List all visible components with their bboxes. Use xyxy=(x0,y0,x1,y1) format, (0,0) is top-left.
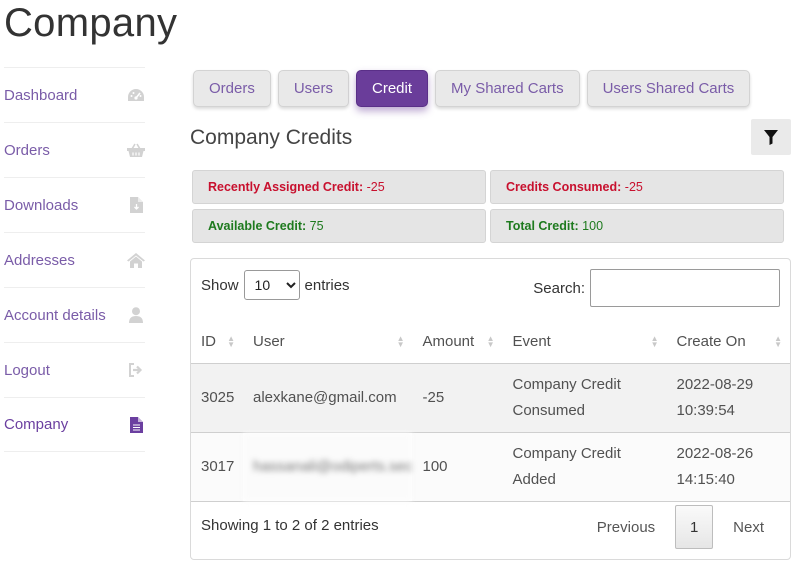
file-download-icon xyxy=(127,196,145,214)
home-icon xyxy=(127,251,145,269)
column-header-create-on[interactable]: Create On ▲ ▼ xyxy=(666,321,790,364)
page-length-control: Show 10 entries xyxy=(201,270,350,300)
tab-users[interactable]: Users xyxy=(277,70,350,107)
sidebar-item-logout[interactable]: Logout xyxy=(4,342,145,397)
cell-create-on: 2022-08-29 10:39:54 xyxy=(666,363,790,432)
page-length-select[interactable]: 10 xyxy=(243,270,300,300)
gauge-icon xyxy=(127,86,145,104)
basket-icon xyxy=(127,141,145,159)
sidebar-item-label: Company xyxy=(4,416,69,433)
credits-table: ID ▲ ▼ User ▲ ▼ Amount ▲ ▼ Event ▲ ▼ Create On ▲ ▼… xyxy=(191,321,790,502)
filter-button[interactable] xyxy=(751,119,791,155)
cell-event: Company Credit Added xyxy=(502,432,667,501)
filter-icon xyxy=(764,129,778,145)
sidebar-item-label: Orders xyxy=(4,141,50,159)
cell-id: 3017 xyxy=(191,432,243,501)
cell-id: 3025 xyxy=(191,363,243,432)
stat-label: Available Credit: xyxy=(208,219,307,233)
column-header-user[interactable]: User ▲ ▼ xyxy=(243,321,413,364)
stat-value: 100 xyxy=(582,219,604,233)
total-credit-stat: Total Credit: 100 xyxy=(490,209,784,243)
stat-value: 75 xyxy=(309,219,324,233)
available-credit-stat: Available Credit: 75 xyxy=(192,209,486,243)
page-title: Company xyxy=(4,1,178,45)
recently-assigned-credit-stat: Recently Assigned Credit: -25 xyxy=(192,170,486,204)
sidebar-item-account-details[interactable]: Account details xyxy=(4,287,145,342)
table-row: 3025 alexkane@gmail.com -25 Company Cred… xyxy=(191,363,790,432)
sort-icon: ▲ ▼ xyxy=(227,333,235,349)
cell-amount: 100 xyxy=(412,432,503,501)
stat-value: -25 xyxy=(366,180,385,194)
table-search: Search: xyxy=(533,269,780,307)
entries-label: entries xyxy=(304,276,350,294)
sidebar-item-dashboard[interactable]: Dashboard xyxy=(4,67,145,122)
sort-icon: ▲ ▼ xyxy=(486,333,495,349)
search-label: Search: xyxy=(533,279,585,297)
stat-value: -25 xyxy=(624,180,643,194)
column-header-event[interactable]: Event ▲ ▼ xyxy=(502,321,667,364)
credits-consumed-stat: Credits Consumed: -25 xyxy=(490,170,784,204)
cell-user: hassanali@odiperts.sec xyxy=(243,432,413,501)
sort-icon: ▲ ▼ xyxy=(774,333,782,349)
sidebar-item-label: Dashboard xyxy=(4,86,78,104)
tab-credit[interactable]: Credit xyxy=(356,70,429,107)
tab-my-shared-carts[interactable]: My Shared Carts xyxy=(435,70,580,107)
stat-label: Total Credit: xyxy=(506,219,579,233)
cell-event: Company Credit Consumed xyxy=(502,363,667,432)
sidebar-item-label: Logout xyxy=(4,361,50,379)
sidebar-item-label: Account details xyxy=(4,306,106,324)
document-icon xyxy=(127,416,145,434)
next-page-button[interactable]: Next xyxy=(721,505,776,549)
stat-label: Recently Assigned Credit: xyxy=(208,180,364,194)
search-input[interactable] xyxy=(590,269,780,307)
sign-out-icon xyxy=(127,361,145,379)
cell-create-on: 2022-08-26 14:15:40 xyxy=(666,432,790,501)
column-header-amount[interactable]: Amount ▲ ▼ xyxy=(412,321,503,364)
section-title: Company Credits xyxy=(190,126,353,149)
column-header-id[interactable]: ID ▲ ▼ xyxy=(191,321,243,364)
sidebar-item-label: Downloads xyxy=(4,196,79,214)
tab-orders[interactable]: Orders xyxy=(193,70,271,107)
stat-label: Credits Consumed: xyxy=(506,180,622,194)
table-info: Showing 1 to 2 of 2 entries xyxy=(201,517,379,534)
sidebar-item-orders[interactable]: Orders xyxy=(4,122,145,177)
user-icon xyxy=(127,306,145,324)
sort-icon: ▲ ▼ xyxy=(650,333,659,349)
sidebar-item-downloads[interactable]: Downloads xyxy=(4,177,145,232)
account-sidebar: Dashboard Orders Downloads Addresses Acc… xyxy=(4,67,145,452)
previous-page-button[interactable]: Previous xyxy=(585,505,667,549)
company-tabs: Orders Users Credit My Shared Carts User… xyxy=(193,70,751,107)
credits-table-panel: Show 10 entries Search: ID ▲ ▼ User ▲ ▼ Amou… xyxy=(190,258,791,560)
cell-amount: -25 xyxy=(412,363,503,432)
tab-users-shared-carts[interactable]: Users Shared Carts xyxy=(586,70,751,107)
page-1-button[interactable]: 1 xyxy=(675,505,714,549)
show-label: Show xyxy=(201,276,239,294)
cell-user: alexkane@gmail.com xyxy=(243,363,413,432)
pagination: Previous 1 Next xyxy=(585,505,776,549)
sidebar-item-company[interactable]: Company xyxy=(4,397,145,452)
sidebar-item-label: Addresses xyxy=(4,251,75,269)
table-row: 3017 hassanali@odiperts.sec 100 Company … xyxy=(191,432,790,501)
sidebar-item-addresses[interactable]: Addresses xyxy=(4,232,145,287)
sort-icon: ▲ ▼ xyxy=(396,333,405,349)
